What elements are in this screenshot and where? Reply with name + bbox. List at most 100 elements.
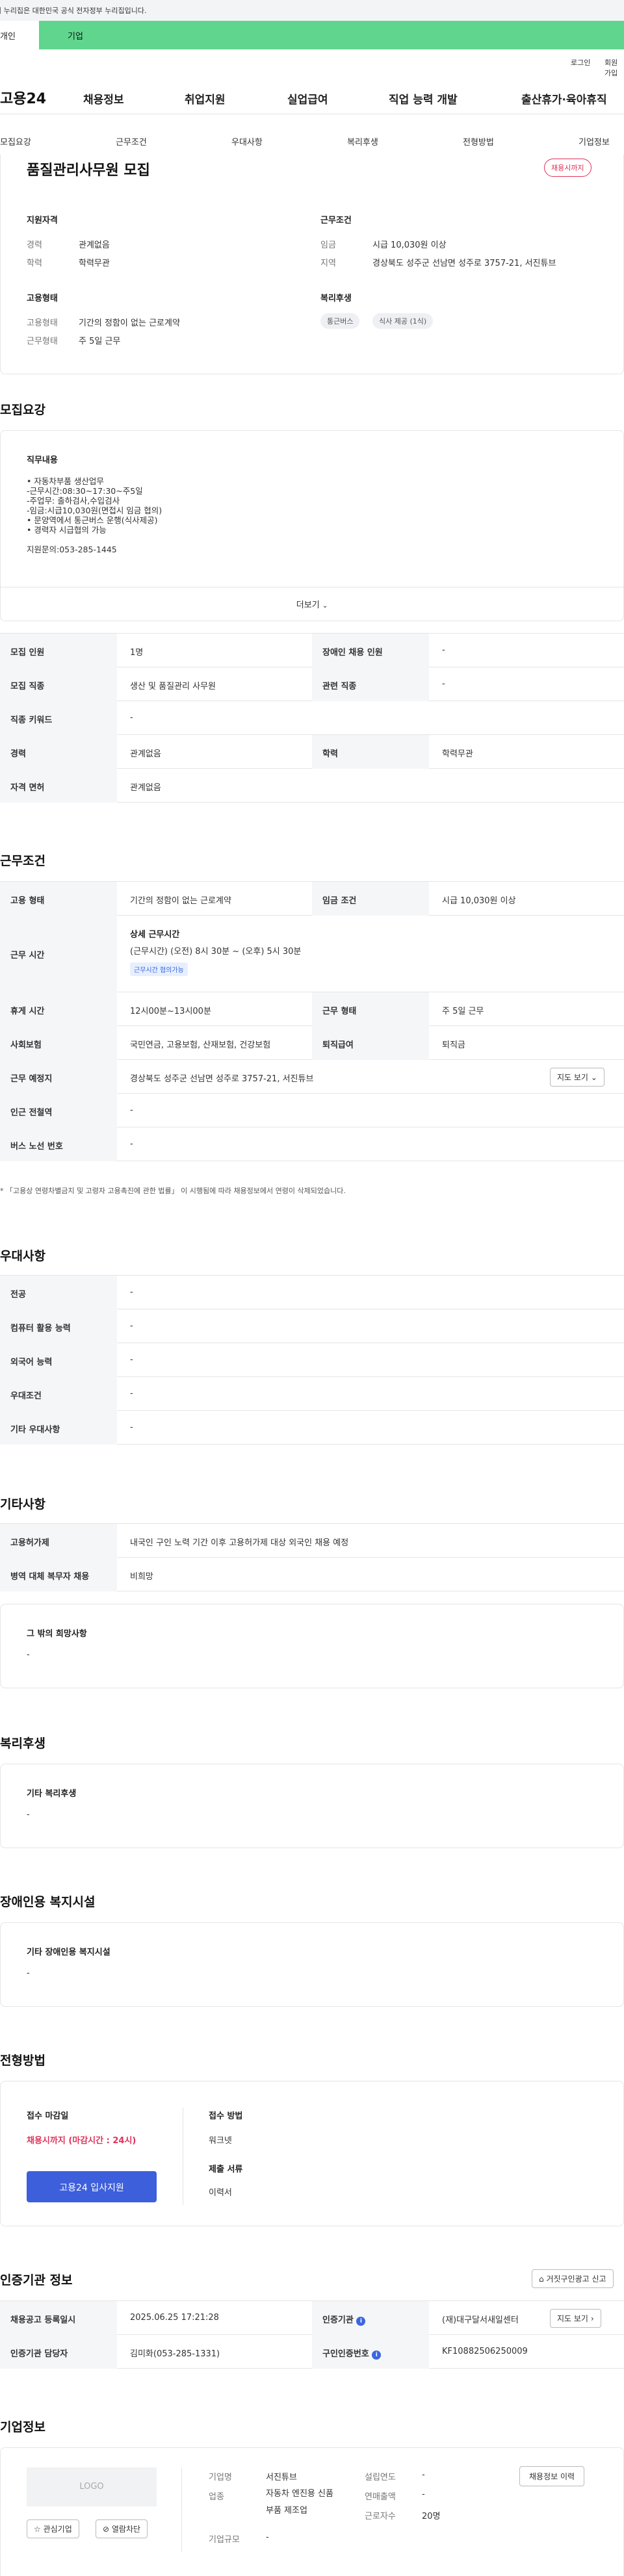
gov-banner-text: 이 누리집은 대한민국 공식 전자정부 누리집입니다. [0,6,147,15]
deadline-badge: 채용시까지 [544,159,592,177]
duty-lines: • 자동차부품 생산업무 -근무시간:08:30~17:30~주5일 -주업무:… [27,476,162,554]
agency-map-button[interactable]: 지도 보기 › [550,2309,601,2328]
nav-item-unemployment[interactable]: 실업급여 [287,90,328,107]
est-label: 설립연도 [365,2473,396,2482]
row-header: 컴퓨터 활용 능력 [0,1309,117,1343]
row-value: KF10882506250009 [442,2347,528,2356]
welfare-tag: 통근버스 [320,313,360,329]
employees-value: 20명 [422,2512,441,2521]
row-value: 퇴직금 [442,1040,465,1050]
workform-label: 근무형태 [27,337,58,346]
row-value: - [130,1389,133,1398]
tab-personal[interactable]: 개인 [0,21,39,49]
table-row: 인근 전철역 - [0,1094,624,1127]
duty-line: -주업무: 출하검사,수입검사 [27,496,120,506]
hours-tag: 근무시간 협의가능 [130,962,188,976]
tab-pref[interactable]: 우대사항 [231,135,263,148]
row-value: 김미화(053-285-1331) [130,2349,220,2359]
employees-label: 근로자수 [365,2512,396,2521]
row-value: 학력무관 [442,749,473,759]
row-header: 학력 [312,735,429,769]
etc-box: 그 밖의 희망사항 - [0,1604,624,1688]
row-value: 시급 10,030원 이상 [442,896,516,906]
more-button[interactable]: 더보기 ⌄ [1,587,623,621]
apply-button-label: 고용24 입사지원 [59,2183,124,2193]
tab-company-label: 기업 [68,32,83,42]
row-value: 국민연금, 고용보험, 산재보험, 건강보험 [130,1040,271,1050]
apply-button[interactable]: 고용24 입사지원 [27,2171,157,2202]
divider [181,2467,182,2552]
emp-title: 고용형태 [27,294,58,303]
row-header: 직종 키워드 [0,701,117,735]
login-link[interactable]: 로그인 [571,57,590,68]
chevron-down-icon: ⌄ [322,602,328,610]
tab-selection[interactable]: 전형방법 [463,135,494,148]
selection-card: 접수 마감일 채용시까지 (마감시간 : 24시) 고용24 입사지원 접수 방… [0,2081,624,2226]
pref-table: 전공 - 컴퓨터 활용 능력 - 외국어 능력 - 우대조건 - 기타 우대사항 - [0,1275,624,1445]
block-button-label: 열람차단 [111,2525,141,2534]
map-button-label: 지도 보기 [557,2314,588,2323]
row-value: - [130,1321,133,1331]
row-header: 경력 [0,735,117,769]
tab-welfare[interactable]: 복리후생 [347,135,378,148]
emptype-label: 고용형태 [27,318,58,328]
chevron-right-icon: › [590,2314,594,2323]
etc-box-value: - [27,1650,30,1660]
info-icon[interactable]: i [372,2351,382,2360]
duty-title: 직무내용 [27,456,58,465]
company-section-title: 기업정보 [0,2420,46,2434]
etc-table: 고용허가제 내국인 구인 노력 기간 이후 고용허가제 대상 외국인 채용 예정 … [0,1523,624,1591]
row-header: 인증기관 담당자 [0,2335,117,2369]
job-title: 품질관리사무원 모집 [27,162,150,179]
row-value: 기간의 정함이 없는 근로계약 [130,896,231,906]
row-header: 인증기관 i [312,2301,429,2335]
tab-company[interactable]: 기업정보 [578,135,610,148]
block-view-button[interactable]: ⊘ 열람차단 [96,2519,148,2538]
tab-work[interactable]: 근무조건 [116,135,147,148]
map-button-label: 지도 보기 [557,1073,588,1082]
fav-company-button[interactable]: ☆ 관심기업 [27,2519,79,2538]
report-button[interactable]: ⌂ 거짓구인광고 신고 [532,2269,614,2288]
table-row: 기타 우대사항 - [0,1411,624,1445]
main-nav: 고용24 채용정보 취업지원 실업급여 직업 능력 개발 출산휴가·육아휴직 [0,73,624,114]
nav-item-parental-leave[interactable]: 출산휴가·육아휴직 [521,90,607,107]
row-header: 자격 면허 [0,769,117,803]
info-icon[interactable]: i [356,2317,366,2326]
career-label: 경력 [27,240,42,250]
tab-recruit[interactable]: 모집요강 [0,135,31,148]
site-logo[interactable]: 고용24 [0,87,46,108]
docs-title: 제출 서류 [209,2165,243,2174]
tab-company[interactable]: 기업 [68,29,83,42]
row-value: 2025.06.25 17:21:28 [130,2313,219,2323]
recruit-table: 모집 인원 1명 장애인 채용 인원 - 모집 직종 생산 및 품질관리 사무원… [0,633,624,803]
cond-title: 근무조건 [320,216,352,225]
table-row: 우대조건 - [0,1377,624,1411]
docs-value: 이력서 [209,2188,232,2198]
duty-card: 직무내용 • 자동차부품 생산업무 -근무시간:08:30~17:30~주5일 … [0,430,624,621]
row-value: 관계없음 [130,783,161,793]
table-row: 사회보험 국민연금, 고용보험, 산재보험, 건강보험 퇴직급여 퇴직금 [0,1026,624,1060]
nav-item-training[interactable]: 직업 능력 개발 [389,90,458,107]
hours-title: 상세 근무시간 [130,930,180,940]
age-note: * 「고용상 연령차별금지 및 고령자 고용촉진에 관한 법률」 이 시행됨에 … [0,1187,346,1195]
table-row: 버스 노선 번호 - [0,1127,624,1161]
work-table: 고용 형태 기간의 정함이 없는 근로계약 임금 조건 시급 10,030원 이… [0,881,624,1161]
row-header: 근무 형태 [312,992,429,1026]
section-tabs: 모집요강 근무조건 우대사항 복리후생 전형방법 기업정보 [0,130,624,156]
row-value: 경상북도 성주군 선남면 성주로 3757-21, 서진튜브 [130,1074,314,1084]
nav-item-jobs[interactable]: 채용정보 [83,90,124,107]
history-button[interactable]: 채용정보 이력 [519,2466,585,2486]
row-value: 1명 [130,648,144,658]
method-value: 워크넷 [209,2136,232,2146]
block-icon: ⊘ [103,2525,110,2534]
nav-item-employment-support[interactable]: 취업지원 [185,90,226,107]
table-row: 인증기관 담당자 김미화(053-285-1331) 구인인증번호 i KF10… [0,2335,624,2369]
row-header-label: 구인인증번호 [322,2349,369,2359]
contact-line: 지원문의:053-285-1445 [27,545,117,554]
row-value: - [442,679,445,689]
row-value: - [130,1287,133,1297]
map-button[interactable]: 지도 보기 ⌄ [550,1068,604,1087]
row-header: 고용 형태 [0,882,117,916]
row-header: 근무 예정지 [0,1060,117,1094]
row-value: - [130,1139,133,1149]
